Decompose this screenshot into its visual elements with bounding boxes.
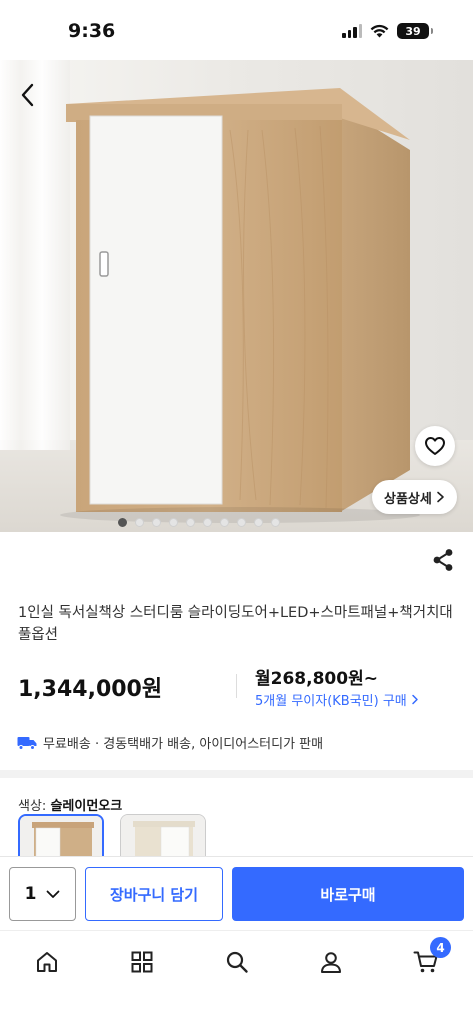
bottom-tab-bar: 4 — [0, 930, 473, 1024]
carousel-dot[interactable] — [151, 518, 161, 527]
tab-category[interactable] — [127, 947, 157, 977]
color-option-value: 슬레이먼오크 — [50, 799, 123, 814]
installment-label: 5개월 무이자(KB국민) 구매 — [255, 694, 407, 709]
tab-my-page[interactable] — [316, 947, 346, 977]
purchase-bar: 1 장바구니 담기 바로구매 — [0, 856, 473, 930]
carousel-dot[interactable] — [270, 518, 280, 527]
chevron-right-icon — [412, 694, 418, 705]
chevron-left-icon — [21, 83, 34, 107]
share-icon — [433, 549, 453, 571]
shipping-label: 무료배송 · 경동택배가 배송, 아이디어스터디가 판매 — [43, 737, 324, 752]
carousel-dot[interactable] — [253, 518, 263, 527]
tab-home[interactable] — [32, 947, 62, 977]
search-icon — [226, 951, 248, 973]
buy-now-button[interactable]: 바로구매 — [232, 867, 464, 921]
status-bar: 9:36 39 — [0, 0, 473, 60]
category-icon — [131, 951, 153, 973]
quantity-value: 1 — [24, 884, 37, 904]
shipping-info: 무료배송 · 경동택배가 배송, 아이디어스터디가 판매 — [17, 733, 323, 752]
wishlist-button[interactable] — [415, 426, 455, 466]
carousel-dot[interactable] — [236, 518, 246, 527]
status-time: 9:36 — [68, 20, 116, 42]
carousel-dot[interactable] — [117, 518, 127, 527]
color-option-title: 색상: — [18, 799, 47, 814]
section-divider — [0, 770, 473, 778]
price-divider — [236, 674, 237, 698]
product-title: 1인실 독서실책상 스터디룸 슬라이딩도어+LED+스마트패널+책거치대 풀옵션 — [18, 605, 453, 643]
carousel-dot[interactable] — [219, 518, 229, 527]
cart-badge: 4 — [430, 937, 451, 958]
my-page-icon — [321, 952, 341, 973]
truck-icon — [17, 736, 37, 750]
home-icon — [37, 952, 57, 972]
product-price: 1,344,000원 — [18, 677, 163, 702]
product-detail-label: 상품상세 — [384, 491, 432, 507]
wifi-icon — [370, 24, 389, 38]
battery-icon: 39 — [397, 23, 433, 39]
heart-icon — [425, 437, 445, 455]
carousel-indicator — [0, 518, 473, 527]
carousel-dot[interactable] — [168, 518, 178, 527]
carousel-dot[interactable] — [134, 518, 144, 527]
product-detail-button[interactable]: 상품상세 — [372, 480, 457, 514]
product-image-carousel[interactable]: 상품상세 — [0, 60, 473, 532]
carousel-dot[interactable] — [185, 518, 195, 527]
color-option-label: 색상: 슬레이먼오크 — [18, 795, 122, 814]
add-to-cart-button[interactable]: 장바구니 담기 — [85, 867, 223, 921]
tab-search[interactable] — [222, 947, 252, 977]
chevron-right-icon — [437, 491, 444, 503]
status-icons: 39 — [342, 23, 433, 39]
product-image — [0, 60, 473, 532]
installment-link[interactable]: 5개월 무이자(KB국민) 구매 — [255, 690, 419, 709]
chevron-down-icon — [47, 890, 60, 898]
monthly-price: 월268,800원~ — [255, 669, 378, 689]
carousel-dot[interactable] — [202, 518, 212, 527]
back-button[interactable] — [12, 80, 42, 110]
signal-icon — [342, 24, 362, 38]
share-button[interactable] — [430, 546, 456, 574]
quantity-select[interactable]: 1 — [9, 867, 76, 921]
